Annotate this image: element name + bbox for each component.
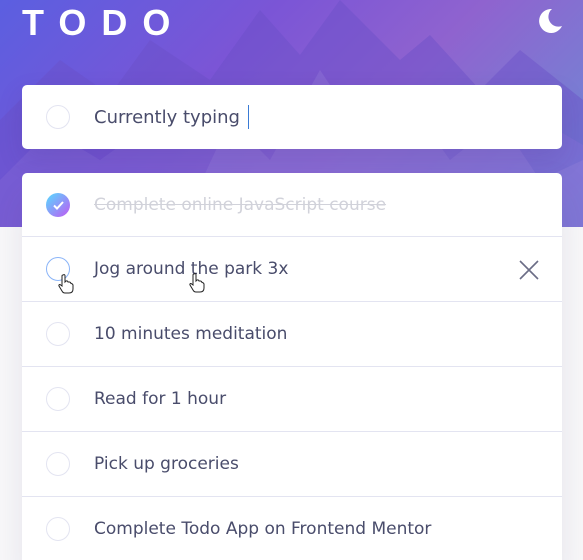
new-todo-checkbox[interactable] bbox=[46, 105, 70, 129]
todo-text: Read for 1 hour bbox=[94, 389, 227, 409]
moon-icon[interactable] bbox=[535, 6, 565, 36]
app-title: TODO bbox=[22, 2, 186, 43]
todo-checkbox[interactable] bbox=[46, 257, 70, 281]
todo-checkbox[interactable] bbox=[46, 517, 70, 541]
todo-item[interactable]: Complete online JavaScript course bbox=[22, 173, 562, 237]
todo-text: Complete online JavaScript course bbox=[94, 195, 387, 215]
todo-text: Pick up groceries bbox=[94, 454, 239, 474]
todo-item[interactable]: Complete Todo App on Frontend Mentor bbox=[22, 497, 562, 560]
todo-item[interactable]: Read for 1 hour bbox=[22, 367, 562, 432]
close-icon[interactable] bbox=[518, 259, 540, 281]
todo-text: Complete Todo App on Frontend Mentor bbox=[94, 519, 432, 539]
todo-item[interactable]: Pick up groceries bbox=[22, 432, 562, 497]
todo-checkbox[interactable] bbox=[46, 322, 70, 346]
text-caret bbox=[247, 105, 249, 129]
todo-checkbox[interactable] bbox=[46, 387, 70, 411]
todo-text: 10 minutes meditation bbox=[94, 324, 288, 344]
new-todo-value: Currently typing bbox=[94, 106, 240, 128]
todo-checkbox[interactable] bbox=[46, 452, 70, 476]
todo-text: Jog around the park 3x bbox=[94, 259, 289, 279]
todo-item[interactable]: Jog around the park 3x bbox=[22, 237, 562, 302]
todo-list: Complete online JavaScript course Jog ar… bbox=[22, 173, 562, 560]
check-icon bbox=[52, 200, 64, 210]
new-todo-input[interactable]: Currently typing bbox=[94, 85, 534, 149]
new-todo-field[interactable]: Currently typing bbox=[22, 85, 562, 149]
todo-item[interactable]: 10 minutes meditation bbox=[22, 302, 562, 367]
todo-checkbox-checked[interactable] bbox=[46, 193, 70, 217]
